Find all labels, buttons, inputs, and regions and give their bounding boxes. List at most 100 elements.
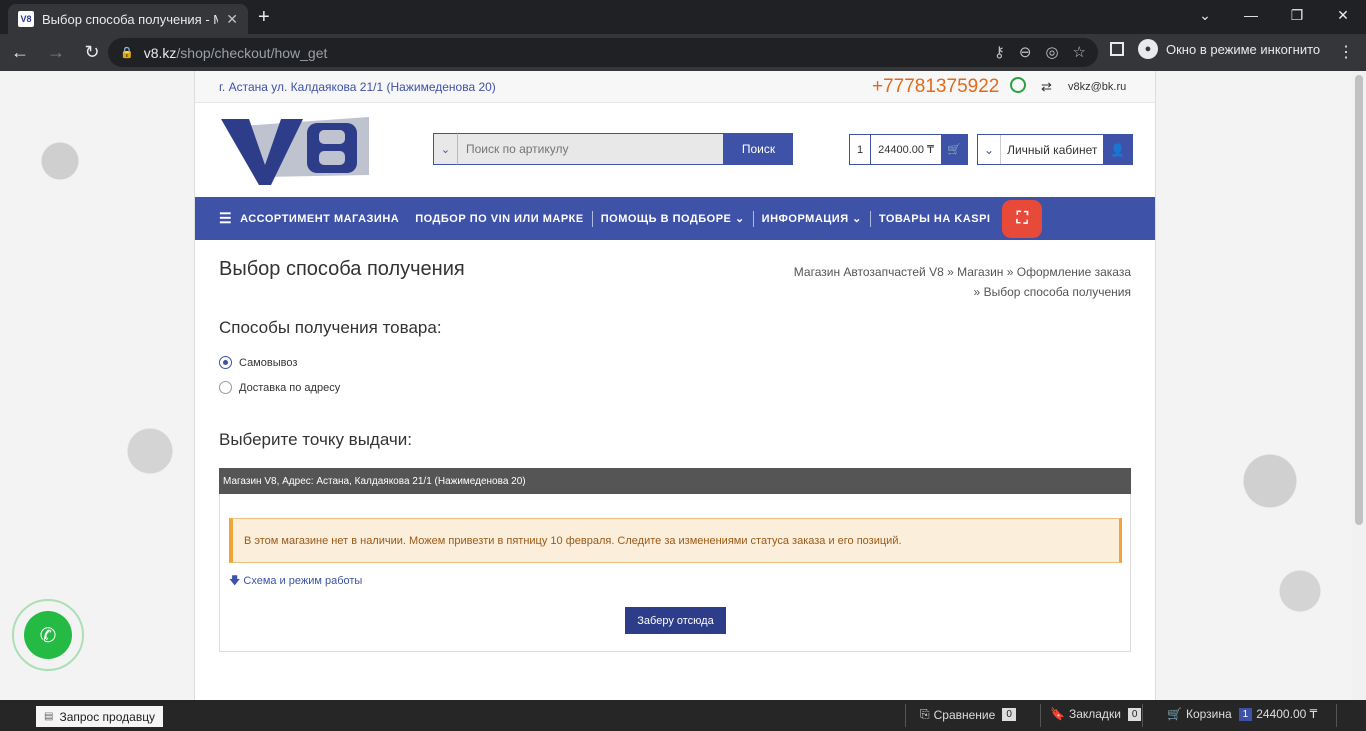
bookmarks-count: 0: [1127, 707, 1142, 721]
search-category-dropdown[interactable]: ⌄: [433, 133, 457, 165]
tab-close-icon[interactable]: ✕: [226, 11, 238, 28]
incognito-label: Окно в режиме инкогнито: [1166, 41, 1321, 57]
breadcrumb-link[interactable]: Магазин Автозапчастей V8: [794, 265, 944, 279]
account-label[interactable]: Личный кабинет: [1001, 135, 1103, 164]
key-icon[interactable]: ⚷: [994, 43, 1005, 61]
address-bar-icons: ⚷ ⊖ ◎ ☆: [994, 43, 1086, 61]
radio-button[interactable]: [219, 381, 232, 394]
breadcrumb-link[interactable]: Оформление заказа: [1017, 265, 1131, 279]
bottom-separator: [1040, 704, 1041, 727]
page-viewport: г. Астана ул. Калдаякова 21/1 (Нажимеден…: [0, 71, 1352, 700]
v8-logo[interactable]: [219, 113, 371, 187]
address-bar[interactable]: 🔒 v8.kz/shop/checkout/how_get ⚷ ⊖ ◎ ☆: [108, 38, 1098, 67]
account-menu[interactable]: ⌄ Личный кабинет 👤: [977, 134, 1134, 165]
cart-count: 1: [850, 135, 872, 164]
store-panel: В этом магазине нет в наличии. Можем при…: [219, 494, 1131, 652]
minimize-icon[interactable]: —: [1228, 0, 1274, 30]
seller-request-label: Запрос продавцу: [59, 709, 156, 724]
new-tab-icon[interactable]: +: [258, 6, 270, 29]
phone-link[interactable]: +77781375922: [872, 76, 999, 98]
compare-link[interactable]: ⎘ Сравнение 0: [920, 707, 1016, 722]
back-icon[interactable]: ←: [4, 37, 36, 69]
compare-icon: ⎘: [920, 707, 930, 721]
nav-item-kaspi[interactable]: ТОВАРЫ НА KASPI: [871, 213, 999, 225]
message-icon: ▤: [44, 711, 54, 722]
whatsapp-float-button[interactable]: ✆: [12, 599, 84, 671]
browser-tab[interactable]: V8 Выбор способа получения - Ма ✕: [8, 4, 248, 34]
site-header: ⌄ Поиск 1 24400.00 ₸ 🛒 ⌄ Личный кабинет …: [195, 103, 1155, 197]
bookmark-icon: 🔖: [1050, 707, 1065, 721]
whatsapp-icon[interactable]: [1010, 77, 1026, 93]
cart-total: 24400.00 ₸: [878, 144, 935, 156]
site-topbar: г. Астана ул. Калдаякова 21/1 (Нажимеден…: [195, 71, 1155, 103]
nav-item-label: ПОДБОР ПО VIN ИЛИ МАРКЕ: [415, 212, 584, 225]
pickup-here-button[interactable]: Заберу отсюда: [625, 607, 726, 634]
radio-delivery[interactable]: Доставка по адресу: [219, 381, 340, 394]
nav-item-info[interactable]: ИНФОРМАЦИЯ ⌄: [754, 212, 870, 226]
radio-button[interactable]: [219, 356, 232, 369]
scrollbar-thumb[interactable]: [1355, 75, 1363, 525]
zoom-icon[interactable]: ⊖: [1019, 43, 1032, 61]
email-link[interactable]: v8kz@bk.ru: [1068, 81, 1126, 93]
browser-menu-icon[interactable]: ⋮: [1338, 42, 1354, 62]
schema-link-label[interactable]: Схема и режим работы: [243, 575, 362, 587]
browser-toolbar: ← → ↻ 🔒 v8.kz/shop/checkout/how_get ⚷ ⊖ …: [0, 34, 1366, 71]
tab-search-icon[interactable]: ⌄: [1182, 0, 1228, 30]
bookmarks-link[interactable]: 🔖 Закладки 0: [1050, 707, 1142, 721]
nav-item-vin[interactable]: ПОДБОР ПО VIN ИЛИ МАРКЕ: [407, 213, 592, 225]
kaspi-icon[interactable]: ⛶: [1002, 199, 1043, 238]
cart-total: 24400.00 ₸: [1256, 707, 1318, 721]
eye-off-icon[interactable]: ◎: [1045, 43, 1058, 61]
radio-label[interactable]: Самовывоз: [239, 357, 297, 369]
bottom-cart-link[interactable]: 🛒 Корзина 1 24400.00 ₸: [1167, 707, 1317, 721]
url-host: v8.kz: [143, 44, 177, 61]
methods-heading: Способы получения товара:: [219, 318, 442, 337]
search-button[interactable]: Поиск: [724, 133, 793, 165]
nav-item-catalog[interactable]: ☰ АССОРТИМЕНТ МАГАЗИНА: [219, 210, 407, 227]
radio-label[interactable]: Доставка по адресу: [239, 382, 340, 394]
arrow-down-icon: 🡇: [229, 575, 241, 587]
cart-icon[interactable]: 🛒: [941, 135, 967, 164]
restore-icon[interactable]: ❐: [1274, 0, 1320, 30]
bottom-separator: [1336, 704, 1337, 727]
cart-icon: 🛒: [1167, 707, 1182, 721]
side-panel-icon[interactable]: [1110, 42, 1124, 56]
search-form: ⌄ Поиск: [433, 133, 793, 165]
forward-icon[interactable]: →: [40, 37, 72, 69]
url-path: /shop/checkout/how_get: [176, 44, 328, 61]
nav-item-label: ИНФОРМАЦИЯ: [761, 212, 849, 225]
user-icon[interactable]: 👤: [1103, 135, 1133, 164]
breadcrumb: Магазин Автозапчастей V8 » Магазин » Офо…: [793, 265, 1131, 299]
menu-icon: ☰: [219, 210, 233, 226]
schema-link[interactable]: 🡇 Схема и режим работы: [229, 572, 362, 591]
search-input[interactable]: [457, 133, 724, 165]
chevron-down-icon[interactable]: ⌄: [978, 135, 1002, 164]
lock-icon[interactable]: 🔒: [120, 46, 134, 59]
page-scrollbar[interactable]: [1352, 71, 1366, 700]
page-title: Выбор способа получения: [219, 258, 465, 280]
reload-icon[interactable]: ↻: [76, 37, 108, 69]
breadcrumb-link[interactable]: Магазин: [957, 265, 1003, 279]
whatsapp-icon[interactable]: ✆: [24, 611, 72, 659]
incognito-indicator[interactable]: ● Окно в режиме инкогнито: [1110, 39, 1320, 59]
bookmarks-label: Закладки: [1068, 707, 1121, 721]
breadcrumb-current: Выбор способа получения: [983, 285, 1131, 299]
store-title-bar: Магазин V8, Адрес: Астана, Калдаякова 21…: [219, 468, 1131, 494]
nav-item-label: ТОВАРЫ НА KASPI: [878, 212, 991, 225]
site-container: г. Астана ул. Калдаякова 21/1 (Нажимеден…: [195, 71, 1155, 700]
close-window-icon[interactable]: ✕: [1320, 0, 1366, 30]
nav-item-label: ПОМОЩЬ В ПОДБОРЕ: [600, 212, 732, 225]
favicon: V8: [18, 11, 34, 27]
chevron-down-icon: ⌄: [731, 213, 745, 225]
cart-count: 1: [1238, 707, 1253, 721]
main-nav: ☰ АССОРТИМЕНТ МАГАЗИНА ПОДБОР ПО VIN ИЛИ…: [195, 197, 1155, 240]
bottom-separator: [905, 704, 906, 727]
seller-request-button[interactable]: ▤ Запрос продавцу: [36, 706, 164, 727]
radio-pickup[interactable]: Самовывоз: [219, 356, 297, 369]
nav-item-help[interactable]: ПОМОЩЬ В ПОДБОРЕ ⌄: [593, 212, 753, 226]
header-cart[interactable]: 1 24400.00 ₸ 🛒: [849, 134, 968, 165]
star-icon[interactable]: ☆: [1073, 43, 1086, 61]
swap-icon[interactable]: ⇄: [1041, 79, 1052, 95]
bottom-separator: [1142, 704, 1143, 727]
chevron-down-icon: ⌄: [848, 213, 862, 225]
